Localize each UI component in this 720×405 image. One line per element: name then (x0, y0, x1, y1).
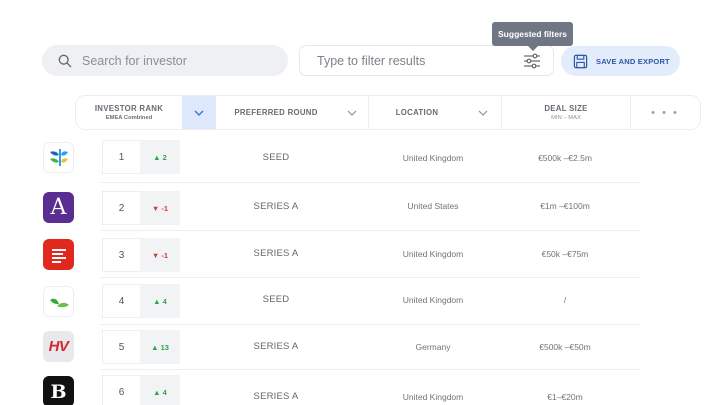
table-row[interactable]: 4 ▲ 4 SEED United Kingdom / (0, 278, 720, 325)
search-bar[interactable]: Search for investor (42, 45, 288, 76)
location: United Kingdom (402, 249, 464, 259)
preferred-round: SEED (262, 152, 290, 163)
rank-change: ▼ -1 (140, 191, 180, 225)
red-lines-logo-icon (51, 248, 66, 263)
deal-size: €1m –€100m (540, 201, 590, 211)
black-b-logo-text: B (50, 380, 67, 403)
rank-value: 6 (102, 375, 140, 405)
investor-logo (43, 142, 74, 173)
location: Germany (415, 342, 451, 352)
suggested-filters-tooltip: Suggested filters (492, 22, 573, 51)
rank-change: ▲ 2 (140, 140, 180, 174)
column-investor-rank[interactable]: INVESTOR RANK EMEA Combined (76, 96, 182, 129)
deal-size: €1–€20m (547, 392, 583, 402)
column-label: PREFERRED ROUND (234, 108, 318, 117)
search-icon (58, 54, 72, 67)
search-input[interactable]: Search for investor (82, 54, 187, 68)
investor-logo: HV (43, 331, 74, 362)
table-header: INVESTOR RANK EMEA Combined PREFERRED RO… (75, 95, 701, 130)
location: United States (407, 201, 459, 211)
hv-logo-text: HV (48, 338, 69, 355)
location-filter-dropdown[interactable] (465, 96, 501, 129)
deal-size: €50k –€75m (541, 249, 589, 259)
blue-green-leaf-logo-icon (49, 148, 68, 166)
table-row[interactable]: B 6 ▲ 4 SERIES A United Kingdom €1–€20m (0, 370, 720, 405)
rank-change: ▲ 13 (140, 330, 180, 364)
investor-logo: A (43, 192, 74, 223)
rank-value: 5 (102, 330, 140, 364)
table-row[interactable]: 3 ▼ -1 SERIES A United Kingdom €50k –€75… (0, 231, 720, 278)
rank-change: ▲ 4 (140, 375, 180, 405)
column-label: DEAL SIZE (544, 104, 588, 113)
save-export-label: SAVE AND EXPORT (596, 56, 670, 66)
deal-size: €500k –€50m (539, 342, 591, 352)
filter-input[interactable]: Type to filter results (299, 45, 554, 76)
rank-value: 1 (102, 140, 140, 174)
preferred-round: SERIES A (253, 248, 299, 259)
purple-a-logo-text: A (50, 195, 67, 220)
table-row[interactable]: A 2 ▼ -1 SERIES A United States €1m –€10… (0, 183, 720, 231)
location: United Kingdom (402, 295, 464, 305)
rank-sort-dropdown[interactable] (182, 96, 216, 129)
deal-size: / (563, 295, 567, 305)
column-label: INVESTOR RANK (94, 104, 164, 113)
column-sublabel: EMEA Combined (105, 115, 153, 121)
location: United Kingdom (402, 392, 464, 402)
green-sprout-logo-icon (49, 298, 69, 307)
column-sublabel: MIN – MAX (551, 115, 581, 121)
investor-logo (43, 239, 74, 270)
rank-value: 2 (102, 191, 140, 225)
column-label: LOCATION (395, 108, 439, 117)
rank-change: ▼ -1 (140, 238, 180, 272)
chevron-down-icon (347, 110, 357, 116)
column-location[interactable]: LOCATION (369, 96, 465, 129)
floppy-disk-icon (573, 54, 588, 68)
column-preferred-round[interactable]: PREFERRED ROUND (216, 96, 336, 129)
column-deal-size[interactable]: DEAL SIZE MIN – MAX (502, 96, 630, 129)
filter-placeholder: Type to filter results (317, 53, 426, 68)
rank-value: 4 (102, 284, 140, 318)
investor-logo: B (43, 376, 74, 405)
save-export-button[interactable]: SAVE AND EXPORT (561, 46, 680, 76)
more-columns-button[interactable]: • • • (630, 96, 700, 129)
investor-logo (43, 286, 74, 317)
rank-value: 3 (102, 238, 140, 272)
sliders-icon[interactable] (523, 53, 541, 69)
rank-change: ▲ 4 (140, 284, 180, 318)
location: United Kingdom (402, 153, 464, 163)
preferred-round: SEED (262, 294, 290, 305)
preferred-round: SERIES A (253, 201, 299, 212)
deal-size: €500k –€2.5m (538, 153, 592, 163)
table-row[interactable]: 1 ▲ 2 SEED United Kingdom €500k –€2.5m (0, 135, 720, 183)
chevron-down-icon (478, 110, 488, 116)
chevron-down-icon (194, 110, 204, 116)
preferred-round: SERIES A (253, 341, 299, 352)
table-row[interactable]: HV 5 ▲ 13 SERIES A Germany €500k –€50m (0, 325, 720, 371)
round-filter-dropdown[interactable] (336, 96, 368, 129)
preferred-round: SERIES A (253, 391, 299, 402)
